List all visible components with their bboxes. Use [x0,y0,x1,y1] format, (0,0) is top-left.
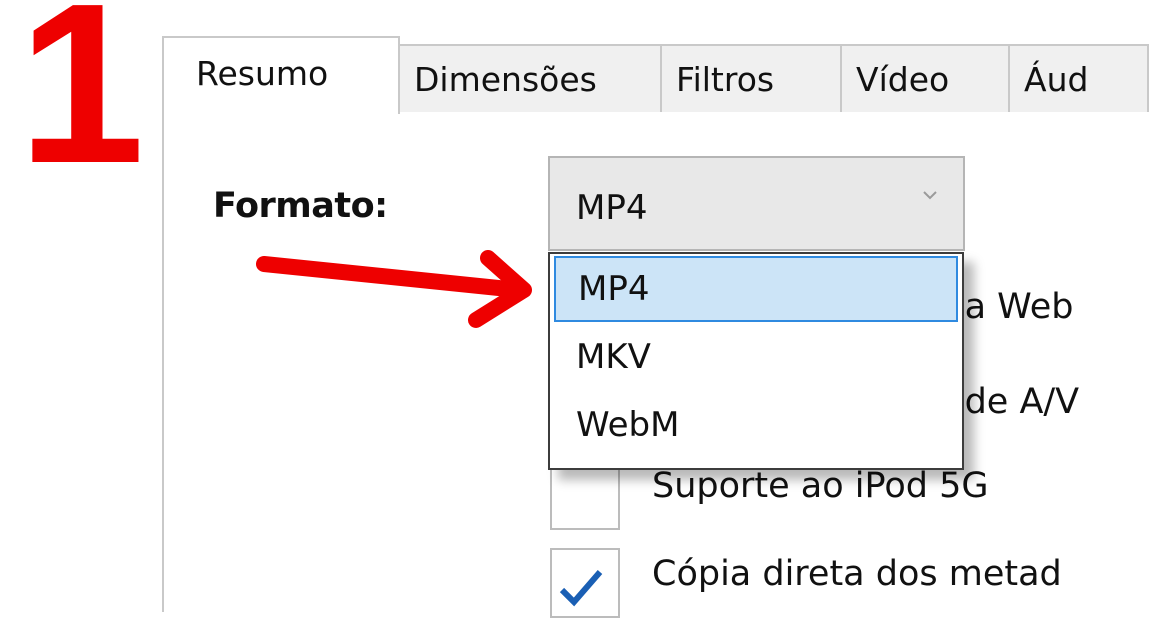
tab-video[interactable]: Vídeo [840,44,1010,112]
format-label: Formato: [213,186,388,226]
ipod-support-checkbox[interactable] [550,460,620,530]
tab-audio[interactable]: Áud [1008,44,1149,112]
metadata-copy-label: Cópia direta dos metad [652,554,1062,594]
checkmark-icon [559,570,603,607]
dropdown-option-mkv[interactable]: MKV [554,324,958,390]
ipod-support-label: Suporte ao iPod 5G [652,466,989,506]
tab-label: Filtros [676,59,775,99]
tab-label: Dimensões [414,59,597,99]
dropdown-option-mp4[interactable]: MP4 [554,256,958,322]
tab-dimensoes[interactable]: Dimensões [398,44,662,112]
format-select-value: MP4 [576,188,648,228]
format-select[interactable]: MP4 [548,156,965,251]
tab-label: Áud [1024,59,1089,99]
step-number-annotation: 1 [18,0,145,211]
chevron-down-icon [923,191,937,200]
tab-filtros[interactable]: Filtros [660,44,842,112]
metadata-copy-checkbox[interactable] [550,548,620,618]
tab-resumo[interactable]: Resumo [162,36,400,114]
tab-label: Resumo [196,53,329,93]
format-dropdown-list: MP4 MKV WebM [548,252,964,470]
red-arrow-annotation [256,250,532,328]
tab-label: Vídeo [856,59,950,99]
dropdown-option-webm[interactable]: WebM [554,392,958,458]
